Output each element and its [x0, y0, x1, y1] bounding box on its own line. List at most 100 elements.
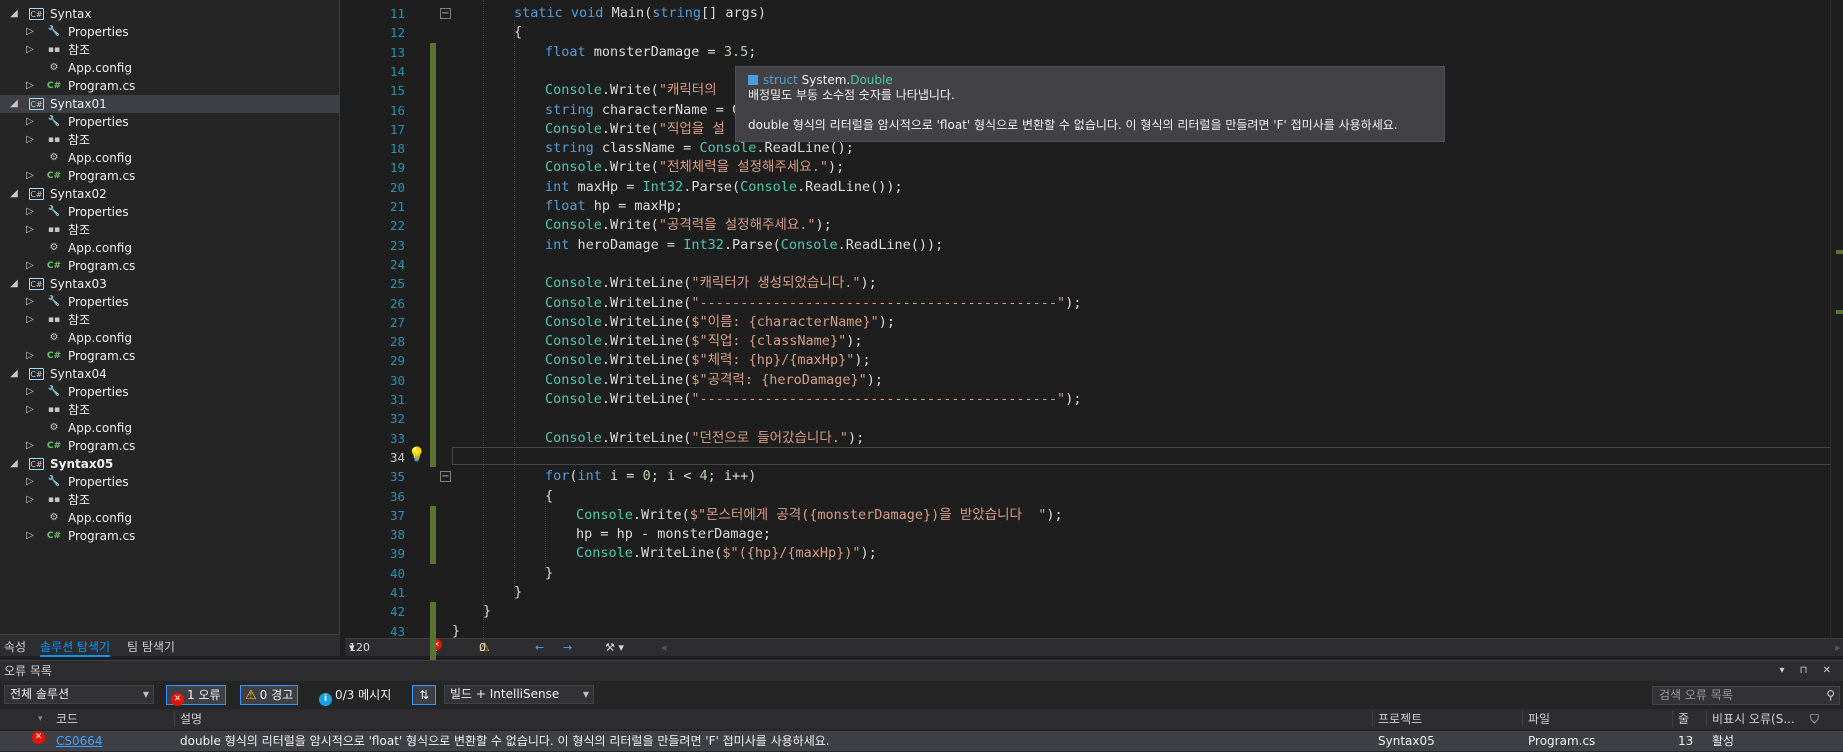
error-search-input[interactable]: 검색 오류 목록 ⚲	[1652, 686, 1840, 705]
code-line[interactable]: }	[514, 583, 522, 602]
column-file[interactable]: 파일	[1528, 709, 1550, 729]
nav-forward-icon[interactable]: →	[563, 639, 572, 656]
lightbulb-icon[interactable]: 💡	[408, 446, 426, 464]
tree-project[interactable]: ◢ C# Syntax05	[0, 455, 340, 473]
expander-icon[interactable]: ◢	[8, 185, 20, 203]
column-suppression[interactable]: 비표시 오류(S...	[1712, 709, 1795, 729]
code-line[interactable]: Console.Write($"몬스터에게 공격({monsterDamage}…	[576, 506, 1063, 525]
code-line[interactable]: {	[514, 23, 522, 42]
expander-icon[interactable]: ▷	[24, 401, 36, 419]
tree-item-properties[interactable]: ▷ 🔧 Properties	[0, 293, 340, 311]
tree-item-references[interactable]: ▷ ▪▪ 참조	[0, 41, 340, 59]
code-line[interactable]: Console.WriteLine($"직업: {className}");	[545, 332, 862, 351]
expander-icon[interactable]: ▷	[24, 23, 36, 41]
expander-icon[interactable]: ▷	[24, 167, 36, 185]
expander-icon[interactable]: ◢	[8, 95, 20, 113]
tree-item-references[interactable]: ▷ ▪▪ 참조	[0, 311, 340, 329]
tree-item-program-cs[interactable]: ▷ C# Program.cs	[0, 347, 340, 365]
expander-icon[interactable]: ▷	[24, 527, 36, 545]
tree-project[interactable]: ◢ C# Syntax02	[0, 185, 340, 203]
tree-item-properties[interactable]: ▷ 🔧 Properties	[0, 113, 340, 131]
filter-icon[interactable]: ⛉	[1810, 709, 1819, 729]
code-line[interactable]: float monsterDamage = 3.5;	[545, 43, 756, 62]
tree-project[interactable]: ◢ C# Syntax03	[0, 275, 340, 293]
expander-icon[interactable]: ▷	[24, 383, 36, 401]
expander-icon[interactable]: ◢	[8, 275, 20, 293]
expander-icon[interactable]: ▷	[24, 257, 36, 275]
column-line[interactable]: 줄	[1678, 709, 1689, 729]
messages-filter-button[interactable]: i 0/3 메시지	[314, 685, 396, 706]
tree-item-references[interactable]: ▷ ▪▪ 참조	[0, 221, 340, 239]
expander-icon[interactable]: ▷	[24, 311, 36, 329]
expander-icon[interactable]: ▷	[24, 77, 36, 95]
tree-item-app-config[interactable]: ⚙ App.config	[0, 419, 340, 437]
code-line[interactable]: Console.Write("전체체력을 설정해주세요.");	[545, 158, 844, 177]
tree-item-program-cs[interactable]: ▷ C# Program.cs	[0, 167, 340, 185]
expander-icon[interactable]: ▷	[24, 131, 36, 149]
nav-back-icon[interactable]: ←	[535, 639, 544, 656]
tree-item-app-config[interactable]: ⚙ App.config	[0, 239, 340, 257]
code-line[interactable]: Console.WriteLine($"체력: {hp}/{maxHp}");	[545, 351, 871, 370]
editor-vertical-scrollbar[interactable]	[1830, 0, 1843, 638]
code-line[interactable]: Console.Write("직업을 설	[545, 120, 725, 139]
scope-dropdown[interactable]: 전체 솔루션 ▼	[4, 685, 154, 704]
code-line[interactable]: {	[545, 487, 553, 506]
code-line[interactable]: Console.WriteLine($"공격력: {heroDamage}");	[545, 371, 883, 390]
tree-item-program-cs[interactable]: ▷ C# Program.cs	[0, 437, 340, 455]
code-line[interactable]: Console.WriteLine($"이름: {characterName}"…	[545, 313, 895, 332]
column-description[interactable]: 설명	[180, 709, 202, 729]
build-source-dropdown[interactable]: 빌드 + IntelliSense ▼	[444, 685, 594, 704]
expander-icon[interactable]: ▷	[24, 293, 36, 311]
expander-icon[interactable]: ◢	[8, 365, 20, 383]
code-line[interactable]: int heroDamage = Int32.Parse(Console.Rea…	[545, 236, 943, 255]
code-line[interactable]: Console.WriteLine("---------------------…	[545, 390, 1081, 409]
code-line[interactable]: for(int i = 0; i < 4; i++)	[545, 467, 756, 486]
code-line[interactable]: Console.WriteLine("캐릭터가 생성되었습니다.");	[545, 274, 877, 293]
code-line[interactable]: hp = hp - monsterDamage;	[576, 525, 771, 544]
code-line[interactable]: Console.WriteLine($"({hp}/{maxHp})");	[576, 544, 877, 563]
tree-project[interactable]: ◢ C# Syntax04	[0, 365, 340, 383]
tree-item-references[interactable]: ▷ ▪▪ 참조	[0, 131, 340, 149]
fold-toggle-icon[interactable]: −	[440, 8, 451, 19]
code-line[interactable]: Console.WriteLine("---------------------…	[545, 294, 1081, 313]
code-line[interactable]: Console.Write("공격력을 설정해주세요.");	[545, 216, 832, 235]
expander-icon[interactable]: ▷	[24, 221, 36, 239]
panel-window-controls[interactable]: ▾ ⊓ ✕	[1779, 661, 1837, 681]
column-code[interactable]: 코드	[56, 709, 78, 729]
expander-icon[interactable]: ▷	[24, 203, 36, 221]
tree-item-program-cs[interactable]: ▷ C# Program.cs	[0, 257, 340, 275]
zoom-level[interactable]: 120 % ▾	[349, 639, 370, 671]
tree-item-properties[interactable]: ▷ 🔧 Properties	[0, 383, 340, 401]
expander-icon[interactable]: ◢	[8, 455, 20, 473]
tree-item-program-cs[interactable]: ▷ C# Program.cs	[0, 77, 340, 95]
tree-item-references[interactable]: ▷ ▪▪ 참조	[0, 491, 340, 509]
scroll-left-icon[interactable]: ◂	[661, 639, 667, 656]
tree-item-properties[interactable]: ▷ 🔧 Properties	[0, 203, 340, 221]
tree-item-app-config[interactable]: ⚙ App.config	[0, 59, 340, 77]
tree-item-properties[interactable]: ▷ 🔧 Properties	[0, 473, 340, 491]
expander-icon[interactable]: ▷	[24, 113, 36, 131]
tab-team-explorer[interactable]: 팀 탐색기	[127, 638, 175, 655]
code-cleanup-icon[interactable]: ⚒ ▾	[605, 639, 624, 656]
error-code-link[interactable]: CS0664	[56, 731, 103, 751]
sort-icon[interactable]: ▾	[38, 709, 43, 729]
expander-icon[interactable]: ▷	[24, 437, 36, 455]
code-line[interactable]: float hp = maxHp;	[545, 197, 683, 216]
code-line[interactable]: Console.Write("캐릭터의	[545, 81, 717, 100]
tree-item-app-config[interactable]: ⚙ App.config	[0, 149, 340, 167]
code-line[interactable]: Console.WriteLine("던전으로 들어갔습니다.");	[545, 429, 864, 448]
expander-icon[interactable]: ▷	[24, 41, 36, 59]
code-line[interactable]: string characterName = C	[545, 101, 740, 120]
tree-project[interactable]: ◢ C# Syntax01	[0, 95, 340, 113]
warnings-filter-button[interactable]: ⚠ 0 경고	[240, 685, 299, 705]
filter-current-doc-button[interactable]: ⇅	[412, 685, 436, 705]
expander-icon[interactable]: ▷	[24, 347, 36, 365]
expander-icon[interactable]: ▷	[24, 491, 36, 509]
expander-icon[interactable]: ◢	[8, 5, 20, 23]
scroll-right-icon[interactable]: ▸	[1835, 639, 1841, 656]
errors-filter-button[interactable]: ✕ 1 오류	[166, 685, 226, 706]
code-line[interactable]: }	[483, 602, 491, 621]
code-line[interactable]: int maxHp = Int32.Parse(Console.ReadLine…	[545, 178, 903, 197]
tree-project[interactable]: ◢ C# Syntax	[0, 5, 340, 23]
tab-properties[interactable]: 속성	[4, 638, 26, 655]
